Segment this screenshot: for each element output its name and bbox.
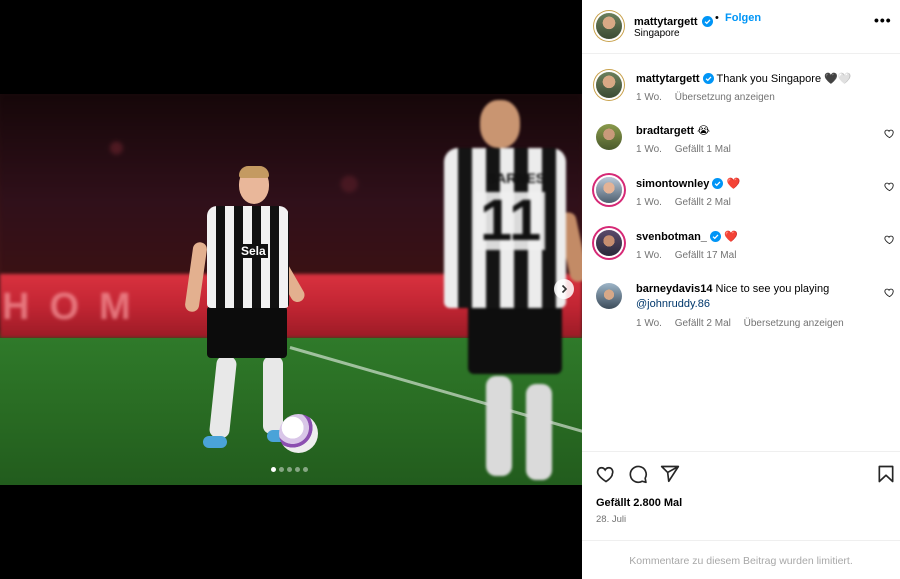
comment-text: 😭 [697,125,710,137]
post-side-panel: mattytargett • Folgen Singapore ••• matt… [582,0,900,579]
author-avatar[interactable] [596,13,622,39]
comment-likes[interactable]: Gefällt 2 Mal [675,318,731,329]
comment-author[interactable]: svenbotman_ [636,231,707,243]
likes-count[interactable]: Gefällt 2.800 Mal [596,497,682,509]
share-icon[interactable] [660,464,680,484]
comment-likes[interactable]: Gefällt 2 Mal [675,197,731,208]
shirt-number: 11 [476,192,546,250]
post-date[interactable]: 28. Juli [596,514,626,525]
separator: • [715,12,719,24]
comment-likes[interactable]: Gefällt 17 Mal [675,250,737,261]
follow-button[interactable]: Folgen [725,12,761,24]
heart-icon[interactable] [884,234,895,245]
more-icon[interactable]: ••• [874,12,892,28]
post-media: HOM Sela BARNES 11 [0,0,582,579]
comment-meta: 1 Wo. Gefällt 2 Mal Übersetzung anzeigen [636,318,854,329]
caption-avatar[interactable] [596,72,622,98]
comment-text-row: barneydavis14 Nice to see you playing [636,283,829,295]
post-location[interactable]: Singapore [634,28,680,39]
carousel-dot [271,467,276,472]
comment-likes[interactable]: Gefällt 1 Mal [675,144,731,155]
comment-avatar[interactable] [596,177,622,203]
heart-icon[interactable] [884,181,895,192]
carousel-dot [279,467,284,472]
comment-text: ❤️ [726,178,741,190]
heart-icon[interactable] [884,287,895,298]
comment-meta: 1 Wo. Gefällt 1 Mal [636,144,741,155]
carousel-dots [271,467,308,472]
comment-mention-link[interactable]: @johnruddy.86 [636,298,710,310]
comment-text-row: svenbotman_ ❤️ [636,230,738,243]
comment-time[interactable]: 1 Wo. [636,197,662,208]
bookmark-icon[interactable] [876,464,896,484]
caption-meta: 1 Wo. Übersetzung anzeigen [636,92,785,103]
comment-meta: 1 Wo. Gefällt 2 Mal [636,197,741,208]
comment-author[interactable]: simontownley [636,178,709,190]
verified-icon [702,16,714,27]
carousel-dot [287,467,292,472]
comment-icon[interactable] [628,464,648,484]
football [279,414,318,453]
post-header: mattytargett • Folgen Singapore ••• [582,0,900,54]
comment-text-row: bradtargett 😭 [636,124,710,137]
comment-text-row: simontownley ❤️ [636,177,740,190]
translate-button[interactable]: Übersetzung anzeigen [744,318,844,329]
heart-icon[interactable] [596,464,616,484]
caption-time[interactable]: 1 Wo. [636,92,662,103]
shirt-name: BARNES [486,170,546,186]
comment-author[interactable]: barneydavis14 [636,283,712,295]
carousel-dot [295,467,300,472]
translate-button[interactable]: Übersetzung anzeigen [675,92,775,103]
caption-text: Thank you Singapore 🖤🤍 [716,73,852,85]
comment-time[interactable]: 1 Wo. [636,318,662,329]
carousel-next-button[interactable] [554,279,574,299]
comment-text: Nice to see you playing [715,283,830,295]
verified-icon [712,178,724,189]
verified-icon [702,73,714,84]
comment-time[interactable]: 1 Wo. [636,144,662,155]
caption-text-row: mattytargett Thank you Singapore 🖤🤍 [636,72,852,85]
chevron-right-icon [561,284,568,294]
comment-author[interactable]: bradtargett [636,125,694,137]
comment-text-row-2: @johnruddy.86 [636,298,710,310]
shirt-sponsor: Sela [239,244,268,258]
carousel-dot [303,467,308,472]
comment-avatar[interactable] [596,124,622,150]
heart-icon[interactable] [884,128,895,139]
post-actions: Gefällt 2.800 Mal 28. Juli Kommentare zu… [582,451,900,579]
comment-avatar[interactable] [596,230,622,256]
author-username[interactable]: mattytargett [634,16,698,28]
verified-icon [709,231,721,242]
comments-limited-notice: Kommentare zu diesem Beitrag wurden limi… [582,540,900,579]
caption-author[interactable]: mattytargett [636,73,700,85]
comment-avatar[interactable] [596,283,622,309]
comment-text: ❤️ [724,231,738,243]
board-text: HOM [2,286,151,328]
comment-meta: 1 Wo. Gefällt 17 Mal [636,250,746,261]
comment-time[interactable]: 1 Wo. [636,250,662,261]
